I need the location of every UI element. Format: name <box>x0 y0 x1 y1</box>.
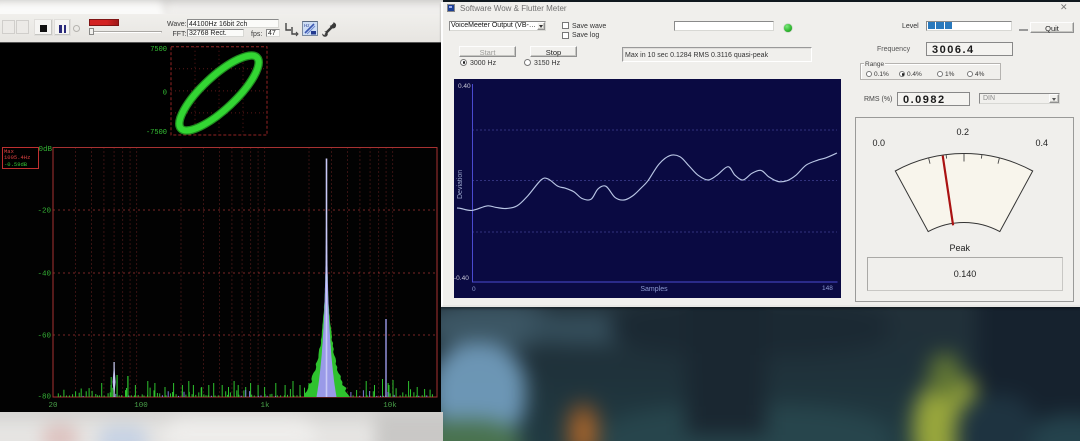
svg-text:100: 100 <box>134 402 148 410</box>
svg-text:20: 20 <box>48 402 58 410</box>
svg-text:Deviation: Deviation <box>457 170 464 199</box>
svg-text:1k: 1k <box>260 402 270 410</box>
svg-text:0.40: 0.40 <box>458 83 471 90</box>
svg-text:Hz: Hz <box>304 23 310 28</box>
svg-text:-0.40: -0.40 <box>454 275 469 282</box>
svg-text:0: 0 <box>163 90 167 98</box>
svg-text:-7500: -7500 <box>146 129 167 137</box>
svg-text:148: 148 <box>822 285 833 292</box>
svg-text:-20: -20 <box>37 208 51 216</box>
svg-text:-40: -40 <box>37 271 51 279</box>
svg-text:-80: -80 <box>37 394 51 402</box>
svg-text:7500: 7500 <box>150 46 167 54</box>
svg-text:-60: -60 <box>37 333 51 341</box>
svg-text:10k: 10k <box>383 402 397 410</box>
svg-text:0: 0 <box>472 286 476 293</box>
svg-text:Samples: Samples <box>640 286 668 293</box>
svg-text:0dB: 0dB <box>38 146 52 154</box>
